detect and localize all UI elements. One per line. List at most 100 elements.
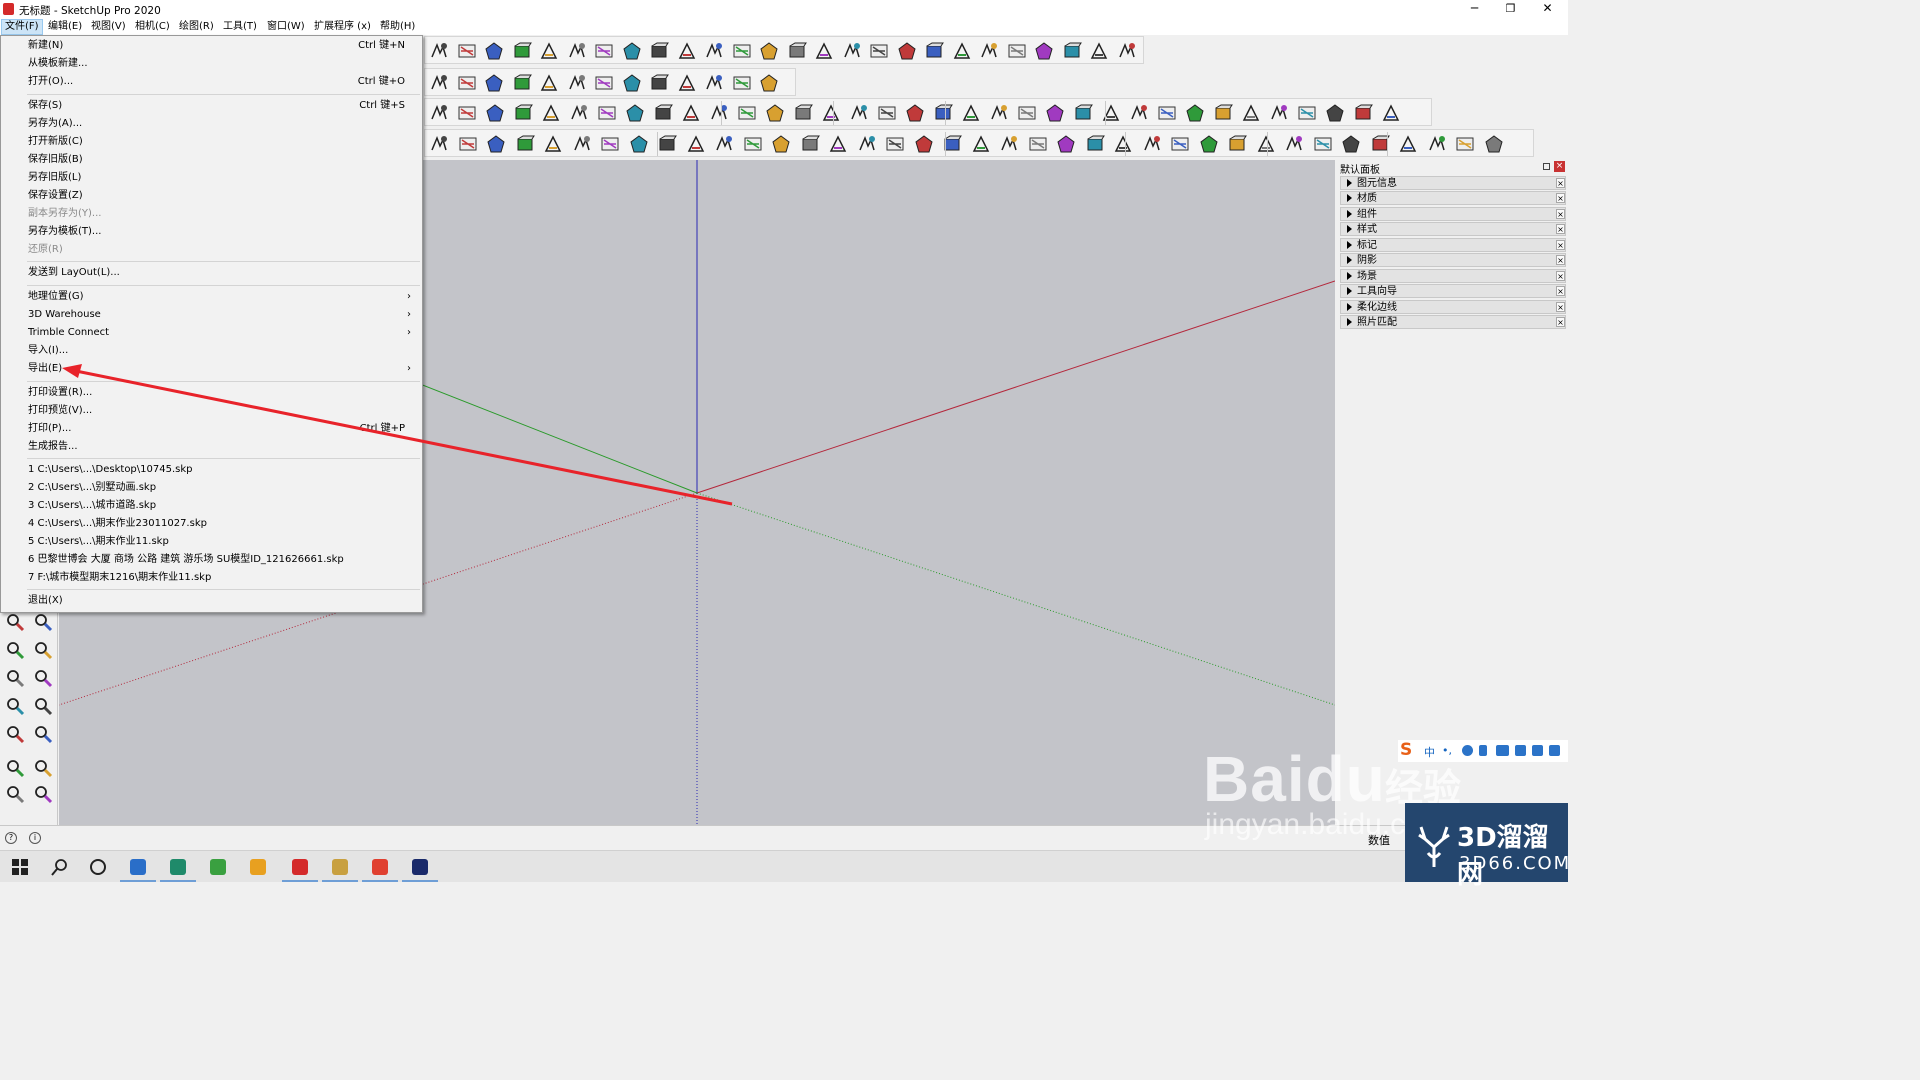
left-tool-icon[interactable] (5, 784, 25, 804)
toolbar-tool-icon[interactable] (429, 134, 449, 154)
toolbar-tool-icon[interactable] (1045, 103, 1065, 123)
file-menu-save-settings[interactable]: 保存设置(Z) (28, 189, 83, 203)
toolbar-tool-icon[interactable] (821, 103, 841, 123)
toolbar-tool-icon[interactable] (677, 73, 697, 93)
toolbar-tool-icon[interactable] (572, 134, 592, 154)
file-menu-3d-warehouse[interactable]: 3D Warehouse (28, 308, 101, 322)
toolbar-tool-icon[interactable] (1056, 134, 1076, 154)
left-tool-icon[interactable] (33, 784, 53, 804)
toolbar-tool-icon[interactable] (484, 73, 504, 93)
toolbar-tool-icon[interactable] (515, 134, 535, 154)
tray-panel-close-icon[interactable]: × (1556, 255, 1565, 265)
toolbar-tool-icon[interactable] (989, 103, 1009, 123)
menu-extensions[interactable]: 扩展程序 (x) (311, 20, 374, 34)
toolbar-tool-icon[interactable] (1085, 134, 1105, 154)
toolbar-tool-icon[interactable] (1284, 134, 1304, 154)
toolbar-tool-icon[interactable] (622, 41, 642, 61)
toolbar-tool-icon[interactable] (737, 103, 757, 123)
toolbar-tool-icon[interactable] (1028, 134, 1048, 154)
toolbar-tool-icon[interactable] (759, 73, 779, 93)
toolbar-tool-icon[interactable] (1157, 103, 1177, 123)
file-menu-save-as[interactable]: 另存为(A)... (28, 117, 82, 131)
toolbar-tool-icon[interactable] (732, 73, 752, 93)
tray-panel-tags[interactable]: 标记 × (1340, 238, 1566, 252)
toolbar-tool-icon[interactable] (457, 73, 477, 93)
toolbar-tool-icon[interactable] (759, 41, 779, 61)
recent-file-1[interactable]: 1 C:\Users\...\Desktop\10745.skp (28, 463, 193, 477)
toolbar-tool-icon[interactable] (1241, 103, 1261, 123)
toolbar-tool-icon[interactable] (1017, 103, 1037, 123)
ime-menu-icon[interactable] (1549, 745, 1560, 756)
toolbar-tool-icon[interactable] (629, 134, 649, 154)
toolbar-tool-icon[interactable] (429, 41, 449, 61)
recent-file-2[interactable]: 2 C:\Users\...\别墅动画.skp (28, 481, 156, 495)
toolbar-tool-icon[interactable] (600, 134, 620, 154)
file-menu-save[interactable]: 保存(S) (28, 99, 62, 113)
toolbar-tool-icon[interactable] (625, 103, 645, 123)
toolbar-tool-icon[interactable] (961, 103, 981, 123)
toolbar-tool-icon[interactable] (828, 134, 848, 154)
menu-draw[interactable]: 绘图(R) (176, 20, 217, 34)
toolbar-tool-icon[interactable] (485, 103, 505, 123)
toolbar-tool-icon[interactable] (681, 103, 701, 123)
toolbar-tool-icon[interactable] (1325, 103, 1345, 123)
toolbar-tool-icon[interactable] (952, 41, 972, 61)
file-menu-geo-location[interactable]: 地理位置(G) (28, 290, 84, 304)
toolbar-tool-icon[interactable] (743, 134, 763, 154)
toolbar-tool-icon[interactable] (597, 103, 617, 123)
tray-panel-close-icon[interactable]: × (1556, 178, 1565, 188)
toolbar-tool-icon[interactable] (1101, 103, 1121, 123)
toolbar-tool-icon[interactable] (999, 134, 1019, 154)
left-tool-icon[interactable] (33, 640, 53, 660)
left-tool-icon[interactable] (33, 696, 53, 716)
tray-panel-entity-info[interactable]: 图元信息 × (1340, 176, 1566, 190)
toolbar-tool-icon[interactable] (1185, 103, 1205, 123)
file-menu-save-as-old-version[interactable]: 另存旧版(L) (28, 171, 81, 185)
toolbar-tool-icon[interactable] (800, 134, 820, 154)
tray-panel-close-icon[interactable]: × (1556, 193, 1565, 203)
ai-icon[interactable] (168, 857, 188, 877)
browser-icon[interactable] (208, 857, 228, 877)
toolbar-tool-icon[interactable] (814, 41, 834, 61)
file-menu-save-old-version[interactable]: 保存旧版(B) (28, 153, 83, 167)
toolbar-tool-icon[interactable] (933, 103, 953, 123)
tray-panel-soften-edges[interactable]: 柔化边线 × (1340, 300, 1566, 314)
microphone-icon[interactable] (1479, 745, 1487, 756)
toolbar-tool-icon[interactable] (458, 134, 478, 154)
toolbar-tool-icon[interactable] (1455, 134, 1475, 154)
left-tool-icon[interactable] (33, 612, 53, 632)
toolbar-tool-icon[interactable] (1113, 134, 1133, 154)
tray-panel-close-icon[interactable]: × (1556, 271, 1565, 281)
toolbar-tool-icon[interactable] (857, 134, 877, 154)
file-menu-new-from-template[interactable]: 从模板新建... (28, 57, 88, 71)
maximize-button[interactable]: ❐ (1492, 0, 1529, 19)
toolbar-tool-icon[interactable] (1427, 134, 1447, 154)
toolbar-tool-icon[interactable] (541, 103, 561, 123)
left-tool-icon[interactable] (33, 724, 53, 744)
task-view-icon[interactable] (88, 857, 108, 877)
toolbar-tool-icon[interactable] (429, 103, 449, 123)
toolbar-tool-icon[interactable] (512, 73, 532, 93)
tray-panel-materials[interactable]: 材质 × (1340, 191, 1566, 205)
left-tool-icon[interactable] (5, 724, 25, 744)
toolbar-tool-icon[interactable] (1089, 41, 1109, 61)
toolbar-tool-icon[interactable] (429, 73, 449, 93)
toolbar-tool-icon[interactable] (512, 41, 532, 61)
toolbar-tool-icon[interactable] (649, 73, 669, 93)
toolbar-tool-icon[interactable] (849, 103, 869, 123)
toolbar-tool-icon[interactable] (979, 41, 999, 61)
toolbar-tool-icon[interactable] (732, 41, 752, 61)
toolbar-tool-icon[interactable] (567, 41, 587, 61)
help-icon[interactable]: ? (5, 832, 17, 844)
toolbar-tool-icon[interactable] (771, 134, 791, 154)
toolbar-tool-icon[interactable] (457, 41, 477, 61)
toolbar-tool-icon[interactable] (704, 73, 724, 93)
toolbar-tool-icon[interactable] (897, 41, 917, 61)
menu-edit[interactable]: 编辑(E) (45, 20, 85, 34)
file-menu-exit[interactable]: 退出(X) (28, 594, 63, 608)
toolbar-tool-icon[interactable] (971, 134, 991, 154)
toolbar-tool-icon[interactable] (869, 41, 889, 61)
left-tool-icon[interactable] (5, 612, 25, 632)
toolbar-tool-icon[interactable] (1117, 41, 1137, 61)
toolbar-tool-icon[interactable] (686, 134, 706, 154)
